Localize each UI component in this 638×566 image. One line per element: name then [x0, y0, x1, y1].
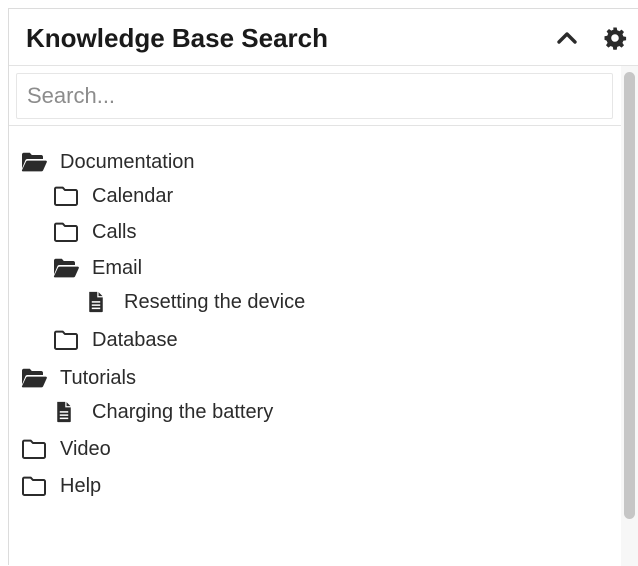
tree-item-label: Email [92, 256, 143, 279]
folder-icon [22, 476, 46, 496]
tree-item-video[interactable]: Video [21, 434, 111, 464]
folder-icon [54, 186, 78, 206]
tree-item-tutorials[interactable]: Tutorials [21, 363, 136, 393]
folder-icon [54, 222, 78, 242]
tree-item-label: Help [60, 474, 102, 497]
gear-icon[interactable] [603, 26, 627, 50]
tree-item-label: Documentation [60, 150, 195, 173]
folder-open-icon [21, 368, 47, 388]
file-text-icon [57, 401, 71, 423]
search-input[interactable] [16, 73, 613, 119]
folder-open-icon [21, 152, 47, 172]
tree-item-help[interactable]: Help [21, 471, 101, 501]
search-bar [9, 66, 621, 126]
tree-item-label: Video [60, 437, 111, 460]
folder-open-icon [53, 258, 79, 278]
tree-item-label: Charging the battery [92, 400, 274, 423]
knowledge-base-panel: Knowledge Base Search Documentation Cal [8, 8, 638, 566]
tree-item-label: Database [92, 328, 178, 351]
tree-item-label: Tutorials [60, 366, 136, 389]
file-text-icon [89, 291, 103, 313]
tree-item-charging-the-battery[interactable]: Charging the battery [53, 397, 273, 427]
tree-item-documentation[interactable]: Documentation [21, 147, 195, 177]
scrollbar[interactable] [621, 66, 638, 566]
tree-item-resetting-the-device[interactable]: Resetting the device [85, 287, 305, 317]
tree-item-calls[interactable]: Calls [53, 217, 136, 247]
tree-item-calendar[interactable]: Calendar [53, 181, 173, 211]
tree-item-label: Calls [92, 220, 137, 243]
tree-item-label: Calendar [92, 184, 174, 207]
chevron-up-icon[interactable] [555, 26, 579, 50]
panel-title: Knowledge Base Search [26, 23, 328, 53]
folder-icon [54, 330, 78, 350]
panel-header: Knowledge Base Search [9, 9, 638, 66]
folder-icon [22, 439, 46, 459]
tree-item-database[interactable]: Database [53, 325, 178, 355]
tree-item-label: Resetting the device [124, 290, 306, 313]
tree-item-email[interactable]: Email [53, 253, 142, 283]
scrollbar-thumb[interactable] [624, 72, 635, 519]
